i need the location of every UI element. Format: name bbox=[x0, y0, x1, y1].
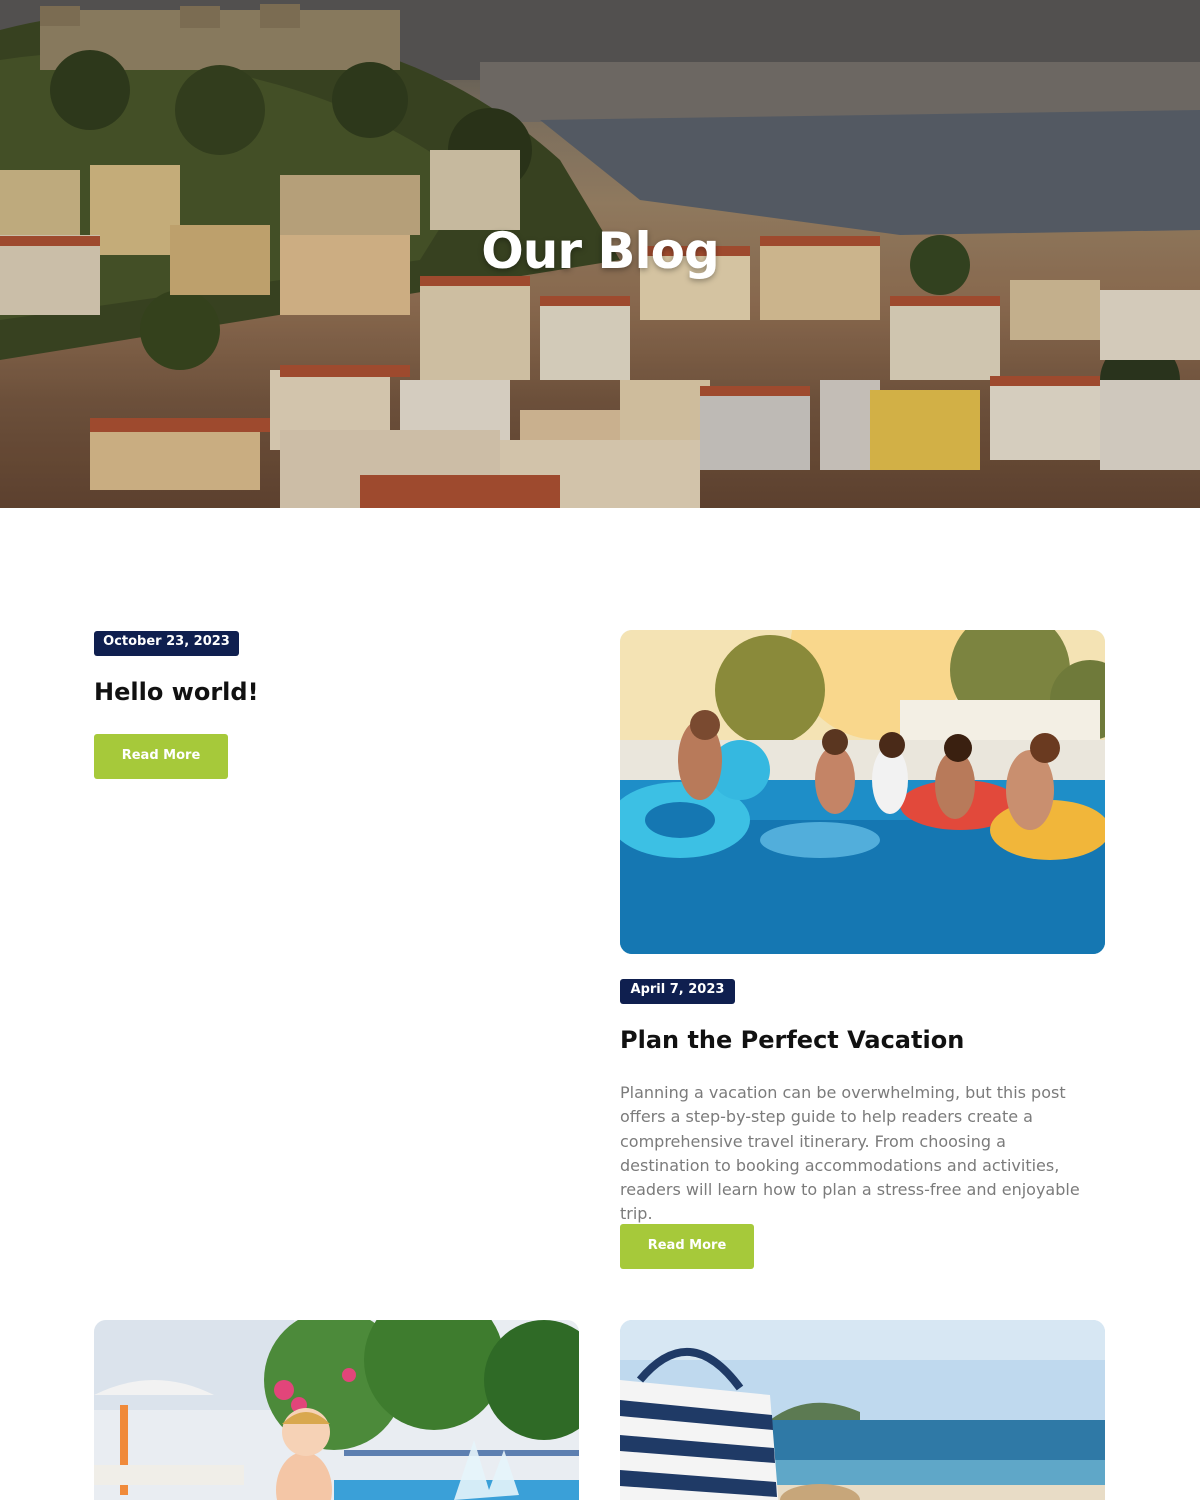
page-title: Our Blog bbox=[481, 222, 720, 280]
read-more-button[interactable]: Read More bbox=[620, 1224, 754, 1269]
post-title[interactable]: Plan the Perfect Vacation bbox=[620, 1026, 964, 1054]
post-featured-image-pool-party[interactable] bbox=[620, 630, 1105, 954]
post-date-badge: October 23, 2023 bbox=[94, 631, 239, 656]
post-date-badge: April 7, 2023 bbox=[620, 979, 735, 1004]
hero-banner: Our Blog bbox=[0, 0, 1200, 508]
post-featured-image-beach-bag[interactable] bbox=[620, 1320, 1105, 1500]
post-title[interactable]: Hello world! bbox=[94, 678, 259, 706]
post-excerpt: Planning a vacation can be overwhelming,… bbox=[620, 1083, 1080, 1224]
read-more-button[interactable]: Read More bbox=[94, 734, 228, 779]
post-featured-image-kid-pool[interactable] bbox=[94, 1320, 579, 1500]
